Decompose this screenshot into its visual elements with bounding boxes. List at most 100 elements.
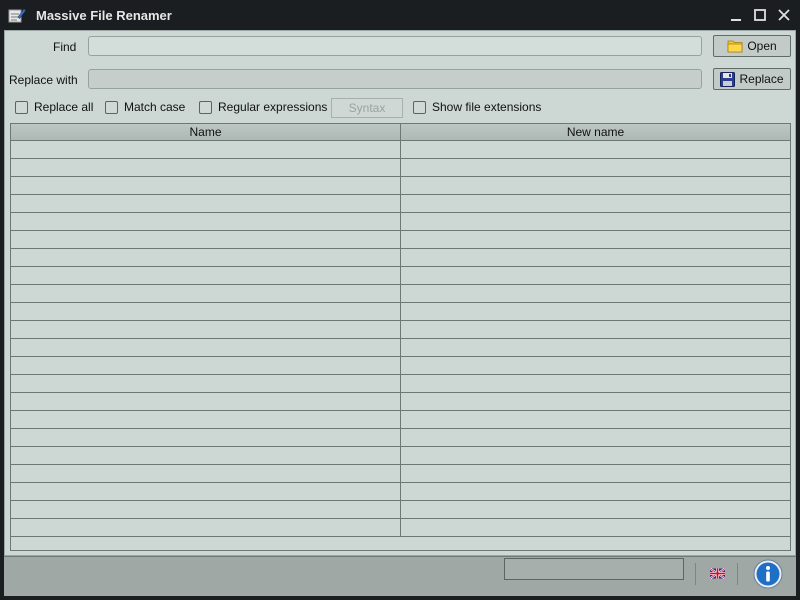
title-bar: Massive File Renamer — [0, 0, 800, 30]
table-row[interactable] — [11, 195, 790, 213]
new-name-cell — [401, 501, 790, 518]
table-row[interactable] — [11, 429, 790, 447]
name-cell — [11, 393, 401, 410]
find-input[interactable] — [89, 37, 701, 55]
table-row[interactable] — [11, 141, 790, 159]
new-name-cell — [401, 375, 790, 392]
name-cell — [11, 339, 401, 356]
name-cell — [11, 447, 401, 464]
table-row[interactable] — [11, 267, 790, 285]
name-cell — [11, 177, 401, 194]
new-name-cell — [401, 249, 790, 266]
table-row[interactable] — [11, 447, 790, 465]
name-cell — [11, 375, 401, 392]
open-button-label: Open — [747, 39, 777, 53]
column-header-new-name[interactable]: New name — [401, 124, 790, 140]
regular-expressions-checkbox[interactable]: Regular expressions — [199, 100, 327, 114]
new-name-cell — [401, 411, 790, 428]
new-name-cell — [401, 429, 790, 446]
name-cell — [11, 321, 401, 338]
table-row[interactable] — [11, 465, 790, 483]
checkbox-box[interactable] — [15, 100, 28, 114]
table-row[interactable] — [11, 357, 790, 375]
floppy-disk-icon — [720, 71, 736, 87]
files-table[interactable]: Name New name — [10, 123, 791, 551]
new-name-cell — [401, 339, 790, 356]
table-body — [11, 141, 790, 537]
checkbox-box[interactable] — [199, 100, 212, 114]
column-header-name[interactable]: Name — [11, 124, 401, 140]
table-row[interactable] — [11, 483, 790, 501]
rename-app-icon — [8, 8, 26, 23]
table-row[interactable] — [11, 285, 790, 303]
show-file-extensions-checkbox[interactable]: Show file extensions — [413, 100, 541, 114]
name-cell — [11, 483, 401, 500]
uk-flag-icon[interactable] — [710, 568, 725, 579]
table-row[interactable] — [11, 231, 790, 249]
table-row[interactable] — [11, 393, 790, 411]
new-name-cell — [401, 465, 790, 482]
open-button[interactable]: Open — [713, 35, 791, 57]
name-cell — [11, 285, 401, 302]
main-panel: Find Open Replace with Replace Replace a… — [4, 30, 796, 556]
app-window: Massive File Renamer Find Open Replace w… — [0, 0, 800, 600]
name-cell — [11, 249, 401, 266]
table-row[interactable] — [11, 177, 790, 195]
new-name-cell — [401, 447, 790, 464]
new-name-cell — [401, 159, 790, 176]
table-row[interactable] — [11, 303, 790, 321]
name-cell — [11, 357, 401, 374]
maximize-icon[interactable] — [752, 7, 768, 23]
replace-field[interactable] — [88, 69, 702, 89]
replace-all-label: Replace all — [34, 100, 94, 114]
replace-input[interactable] — [89, 70, 701, 88]
checkbox-box[interactable] — [413, 100, 426, 114]
new-name-cell — [401, 519, 790, 536]
table-row[interactable] — [11, 375, 790, 393]
name-cell — [11, 159, 401, 176]
replace-all-checkbox[interactable]: Replace all — [15, 100, 93, 114]
table-row[interactable] — [11, 213, 790, 231]
folder-icon — [727, 40, 743, 53]
name-cell — [11, 141, 401, 158]
find-field[interactable] — [88, 36, 702, 56]
checkbox-box[interactable] — [105, 100, 118, 114]
replace-label: Replace with — [9, 73, 78, 87]
options-row: Replace all Match case Regular expressio… — [5, 98, 795, 118]
name-cell — [11, 429, 401, 446]
table-row[interactable] — [11, 501, 790, 519]
new-name-cell — [401, 483, 790, 500]
replace-button-label: Replace — [739, 72, 784, 86]
replace-button[interactable]: Replace — [713, 68, 791, 90]
table-row[interactable] — [11, 159, 790, 177]
table-row[interactable] — [11, 411, 790, 429]
new-name-cell — [401, 195, 790, 212]
table-row[interactable] — [11, 519, 790, 537]
info-icon[interactable] — [753, 559, 783, 589]
regular-expressions-label: Regular expressions — [218, 100, 328, 114]
new-name-cell — [401, 393, 790, 410]
name-cell — [11, 501, 401, 518]
name-cell — [11, 213, 401, 230]
table-row[interactable] — [11, 249, 790, 267]
new-name-cell — [401, 303, 790, 320]
new-name-cell — [401, 285, 790, 302]
table-row[interactable] — [11, 339, 790, 357]
show-file-extensions-label: Show file extensions — [432, 100, 542, 114]
find-label: Find — [53, 40, 77, 54]
match-case-checkbox[interactable]: Match case — [105, 100, 185, 114]
syntax-button[interactable]: Syntax — [331, 98, 403, 118]
new-name-cell — [401, 141, 790, 158]
minimize-icon[interactable] — [728, 7, 744, 23]
new-name-cell — [401, 267, 790, 284]
status-divider — [695, 563, 696, 585]
name-cell — [11, 465, 401, 482]
close-icon[interactable] — [776, 7, 792, 23]
table-row[interactable] — [11, 321, 790, 339]
new-name-cell — [401, 177, 790, 194]
new-name-cell — [401, 231, 790, 248]
name-cell — [11, 411, 401, 428]
name-cell — [11, 267, 401, 284]
status-bar — [4, 556, 796, 596]
table-header: Name New name — [11, 124, 790, 141]
